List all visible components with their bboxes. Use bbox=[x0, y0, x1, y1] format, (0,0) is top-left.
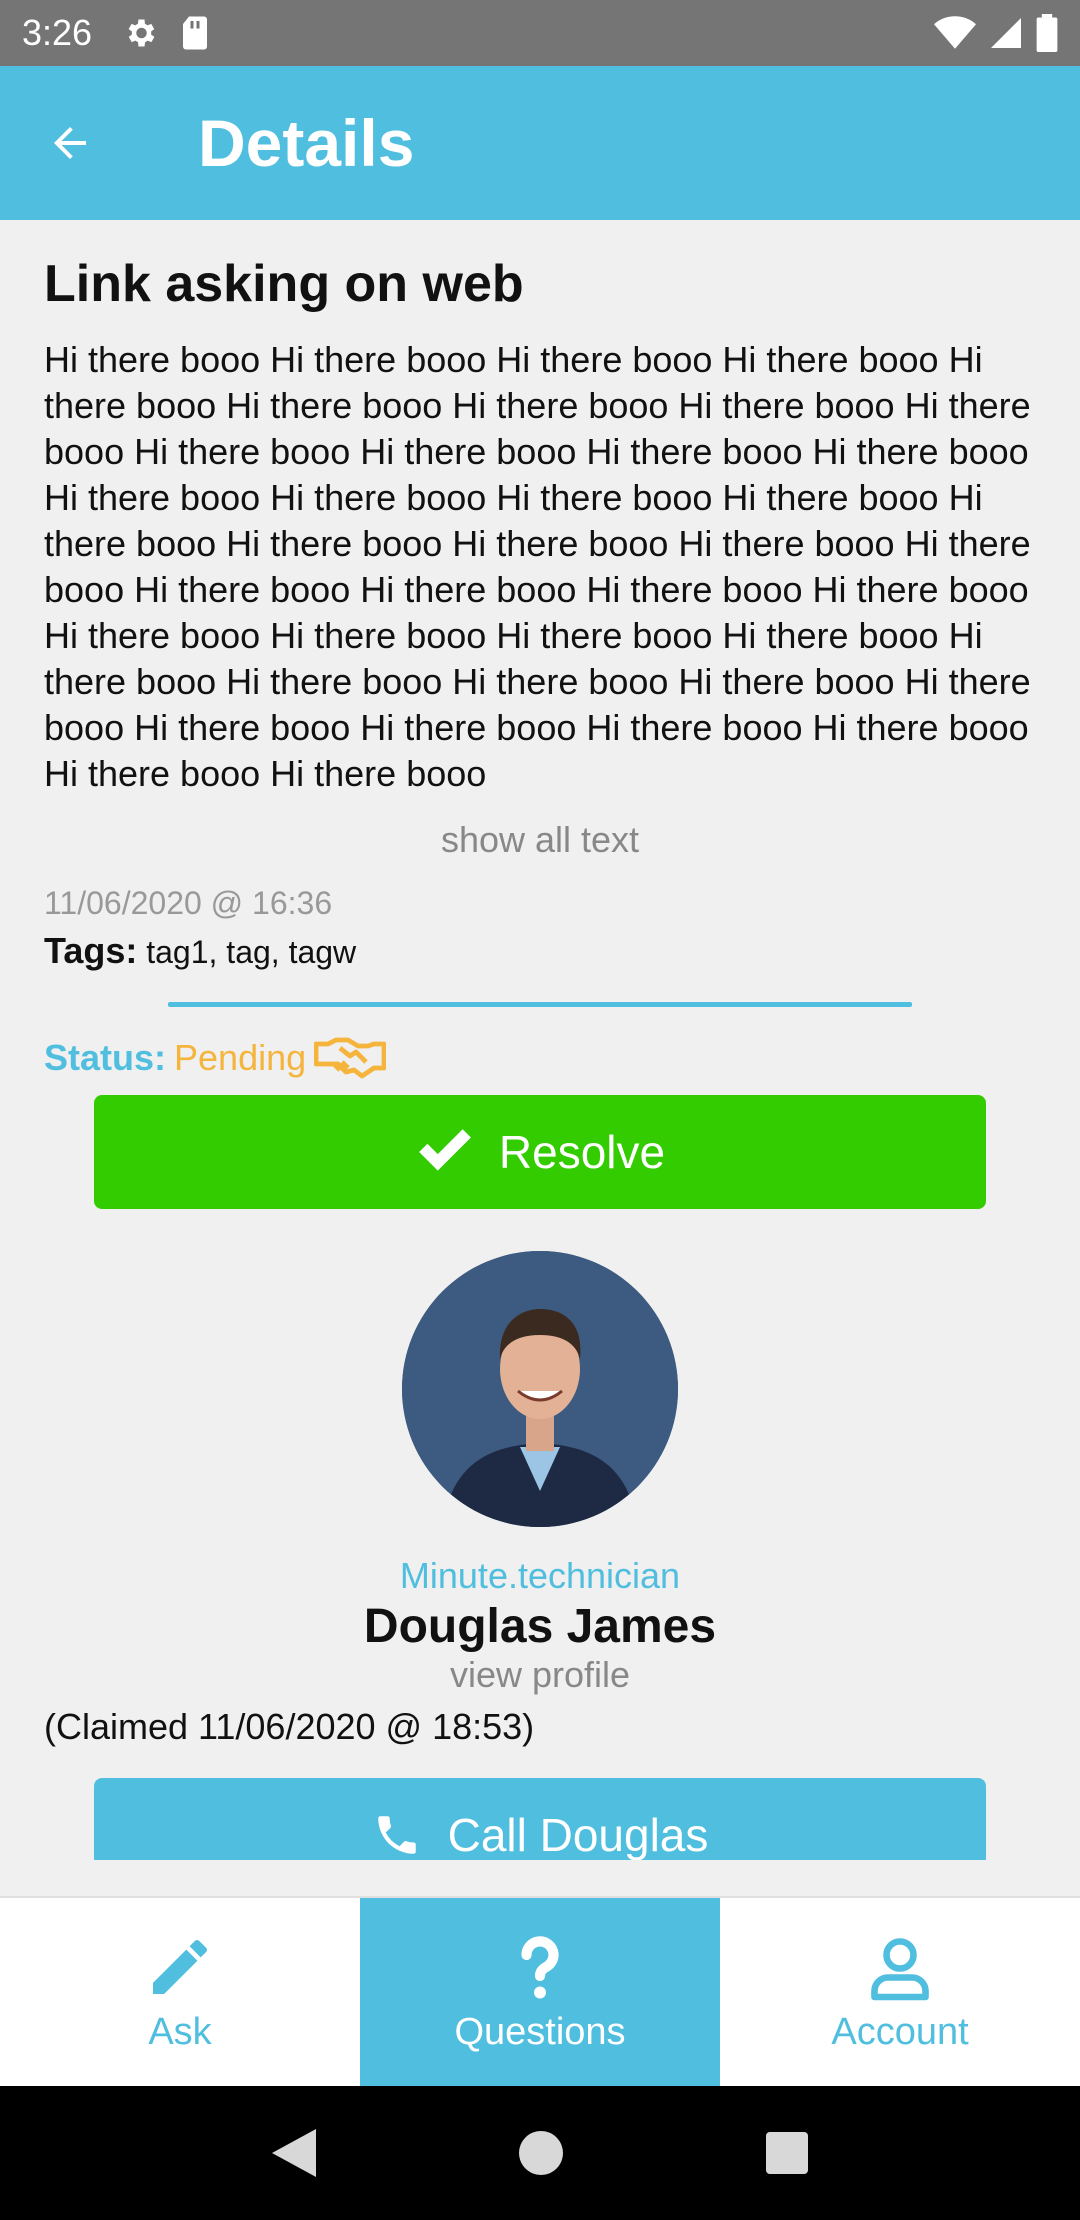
tags-value: tag1, tag, tagw bbox=[146, 934, 357, 971]
call-button[interactable]: Call Douglas bbox=[94, 1778, 986, 1860]
nav-ask-label: Ask bbox=[148, 2010, 212, 2053]
question-title: Link asking on web bbox=[44, 255, 524, 313]
checkmark-icon bbox=[419, 1129, 471, 1171]
sd-card-icon bbox=[183, 16, 208, 50]
arrow-left-icon bbox=[54, 127, 86, 159]
question-tags: Tags: tag1, tag, tagw bbox=[44, 930, 1036, 972]
battery-icon bbox=[1036, 14, 1058, 52]
status-bar: 3:26 bbox=[0, 0, 1080, 66]
resolve-button[interactable]: Resolve bbox=[94, 1095, 986, 1210]
call-button-label: Call Douglas bbox=[447, 1809, 709, 1860]
back-button[interactable] bbox=[0, 66, 140, 220]
phone-icon bbox=[377, 1816, 416, 1854]
avatar-photo bbox=[402, 1251, 678, 1528]
wifi-icon bbox=[934, 16, 976, 49]
resolve-button-label: Resolve bbox=[498, 1126, 666, 1179]
back-triangle-icon[interactable] bbox=[271, 2129, 316, 2177]
page-title: Details bbox=[198, 106, 415, 180]
question-date: 11/06/2020 @ 16:36 bbox=[44, 885, 333, 922]
nav-questions[interactable]: Questions bbox=[360, 1898, 720, 2086]
system-nav-bar bbox=[0, 2086, 1080, 2220]
claimed-info: (Claimed 11/06/2020 @ 18:53) bbox=[44, 1706, 535, 1748]
status-label: Status: bbox=[44, 1037, 167, 1079]
home-circle-icon[interactable] bbox=[518, 2131, 563, 2175]
nav-account[interactable]: Account bbox=[720, 1898, 1080, 2086]
nav-account-label: Account bbox=[831, 2010, 969, 2053]
user-icon bbox=[871, 1937, 929, 2000]
handshake-icon bbox=[314, 1037, 387, 1079]
technician-name: Douglas James bbox=[363, 1600, 717, 1654]
recents-square-icon[interactable] bbox=[766, 2132, 809, 2174]
status-value: Pending bbox=[174, 1037, 307, 1079]
view-profile-link[interactable]: view profile bbox=[44, 1654, 1036, 1696]
nav-ask[interactable]: Ask bbox=[0, 1898, 360, 2086]
technician-role: Minute.technician bbox=[399, 1555, 681, 1597]
pencil-icon bbox=[153, 1939, 207, 1994]
nav-questions-label: Questions bbox=[454, 2010, 626, 2053]
divider bbox=[168, 1002, 912, 1008]
status-time: 3:26 bbox=[22, 12, 93, 53]
question-body: Hi there booo Hi there booo Hi there boo… bbox=[44, 337, 1036, 797]
status-line: Status: Pending bbox=[44, 1037, 1036, 1079]
tags-label: Tags: bbox=[44, 930, 138, 972]
signal-icon bbox=[991, 18, 1021, 48]
details-content[interactable]: Link asking on web Hi there booo Hi ther… bbox=[0, 220, 1080, 1860]
app-bar: Details bbox=[0, 66, 1080, 220]
question-body-text: Hi there booo Hi there booo Hi there boo… bbox=[44, 339, 1031, 795]
question-icon bbox=[521, 1935, 559, 1998]
show-all-text-link[interactable]: show all text bbox=[44, 819, 1036, 861]
settings-icon bbox=[128, 19, 155, 47]
technician-avatar bbox=[402, 1251, 678, 1528]
bottom-nav: Ask Questions Account bbox=[0, 1896, 1080, 2086]
